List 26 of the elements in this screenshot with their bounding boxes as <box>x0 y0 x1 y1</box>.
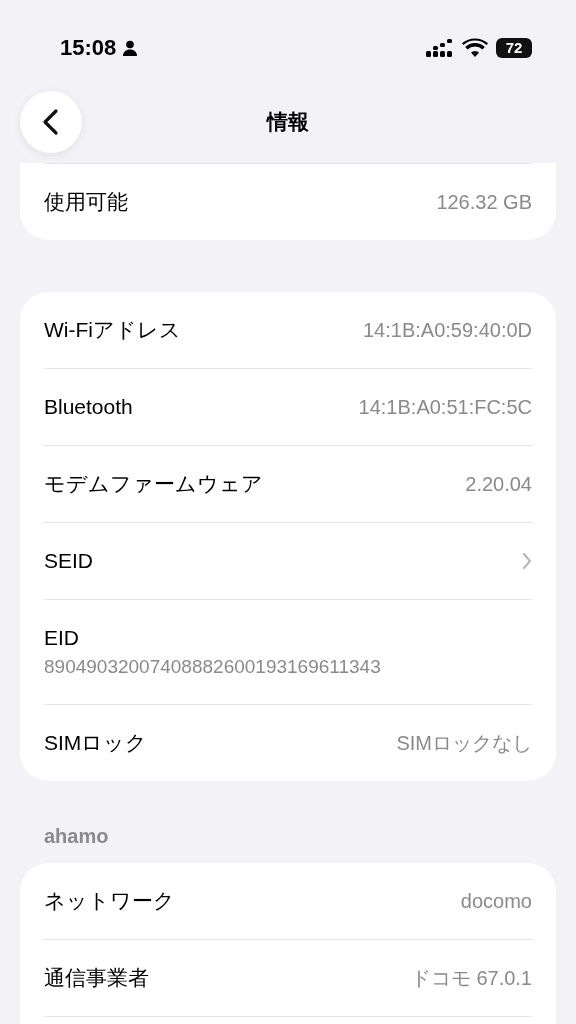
person-icon <box>122 39 139 56</box>
page-title: 情報 <box>267 109 309 135</box>
status-time: 15:08 <box>60 34 117 61</box>
row-value: 2.20.04 <box>465 472 532 496</box>
row-label: 通信事業者 <box>44 965 149 991</box>
row-label: Bluetooth <box>44 395 133 419</box>
row-label: SIMロック <box>44 730 148 756</box>
signal-icon <box>426 37 454 58</box>
row-value: 14:1B:A0:59:40:0D <box>363 318 532 342</box>
section-header: ahamo <box>44 824 109 848</box>
chevron-icon <box>522 552 532 570</box>
row-value: docomo <box>460 889 532 913</box>
row-label: SEID <box>44 549 93 573</box>
row-value: ドコモ 67.0.1 <box>410 965 532 991</box>
row-label: EID <box>44 626 80 650</box>
row-label: Wi-Fiアドレス <box>44 317 181 343</box>
row-label: モデムファームウェア <box>44 471 263 497</box>
settings-row[interactable]: SEID <box>44 522 532 599</box>
row-value: 14:1B:A0:51:FC:5C <box>358 395 532 419</box>
row-label: ネットワーク <box>44 888 175 914</box>
wifi-icon <box>462 37 488 58</box>
battery-icon: 72 <box>496 37 532 58</box>
row-value: 126.32 GB <box>436 190 532 214</box>
row-value: SIMロックなし <box>396 730 532 756</box>
row-label: 使用可能 <box>44 189 128 215</box>
row-value: 89049032007408882600193169611343 <box>44 656 382 678</box>
